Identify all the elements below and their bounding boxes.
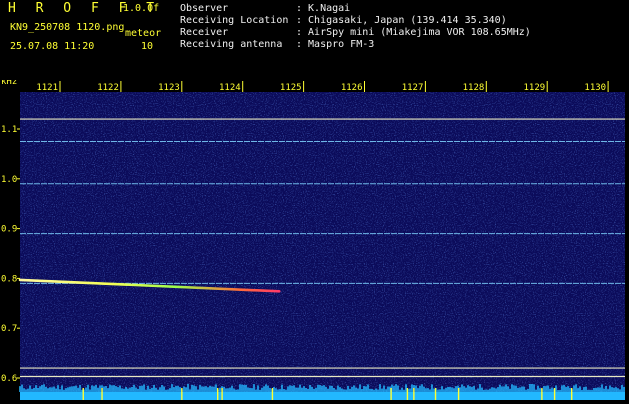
- y-tick-label: 0.6: [1, 374, 17, 384]
- header-panel: H R O F F T 1.0.0f KN9_250708 1120.png 2…: [0, 0, 629, 80]
- capture-datetime: 25.07.08 11:20: [10, 41, 95, 52]
- spectrogram-noise: [20, 92, 625, 392]
- spectrogram-panel: 1121 1122 1123 1124 1125 1126 1127 1128 1129 1130…: [0, 77, 629, 400]
- image-filename: KN9_250708 1120.png: [10, 22, 125, 33]
- y-tick-label: 1.1: [1, 125, 17, 135]
- antenna-value: : Maspro FM-3: [296, 39, 375, 50]
- x-tick-label: 1128: [463, 83, 485, 93]
- x-tick-label: 1130: [584, 83, 606, 93]
- y-tick-label: 0.7: [1, 324, 17, 334]
- y-unit-label: kHz: [1, 80, 17, 87]
- observer-key: Observer: [180, 3, 229, 14]
- meteor-label: meteor: [125, 28, 162, 39]
- x-tick-label: 1129: [524, 83, 546, 93]
- location-key: Receiving Location: [180, 15, 289, 26]
- receiver-value: : AirSpy mini (Miakejima VOR 108.65MHz): [296, 27, 531, 38]
- antenna-key: Receiving antenna: [180, 39, 283, 50]
- x-tick-label: 1122: [97, 83, 119, 93]
- receiver-key: Receiver: [180, 27, 229, 38]
- x-tick-label: 1126: [341, 83, 363, 93]
- noise-floor-bar: [20, 392, 625, 400]
- y-tick-label: 0.8: [1, 274, 17, 284]
- meteor-count: 10: [141, 41, 154, 52]
- observer-value: : K.Nagai: [296, 3, 351, 14]
- x-tick-label: 1121: [36, 83, 58, 93]
- x-tick-label: 1124: [219, 83, 241, 93]
- y-tick-label: 1.0: [1, 175, 17, 185]
- x-tick-label: 1127: [402, 83, 424, 93]
- x-tick-label: 1125: [280, 83, 302, 93]
- y-tick-label: 0.9: [1, 225, 17, 235]
- app-version: 1.0.0f: [123, 3, 160, 14]
- location-value: : Chigasaki, Japan (139.414 35.340): [296, 15, 507, 26]
- x-tick-label: 1123: [158, 83, 180, 93]
- spectrogram-svg: 1121 1122 1123 1124 1125 1126 1127 1128 1129 1130…: [1, 77, 625, 400]
